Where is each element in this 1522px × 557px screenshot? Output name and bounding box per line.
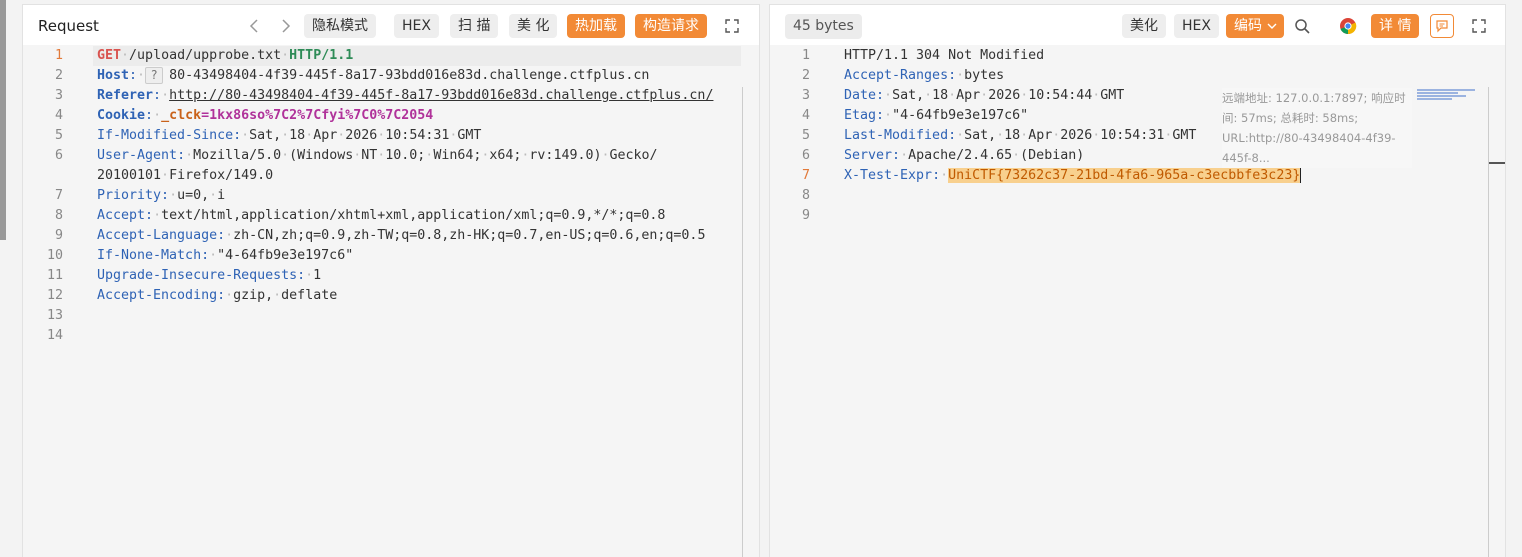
- http-method: GET: [97, 48, 122, 63]
- flag-value: UniCTF{73262c37-21bd-4fa6-965a-c3ecbbfe3…: [948, 168, 1301, 183]
- search-icon[interactable]: [1290, 14, 1314, 38]
- line-number: 5: [54, 128, 63, 143]
- line-number: 12: [46, 288, 63, 303]
- hotload-button[interactable]: 热加载: [567, 14, 625, 38]
- header-accept-encoding: Accept-Encoding:·gzip,·deflate: [97, 288, 338, 303]
- request-line: GET·/upload/upprobe.txt·HTTP/1.1: [97, 48, 354, 63]
- line-number: 8: [54, 208, 63, 223]
- line-number: 4: [54, 108, 63, 123]
- line-number: 10: [46, 248, 63, 263]
- header-cookie: Cookie:·_clck=1kx86so%7C2%7Cfyi%7C0%7C20…: [97, 108, 434, 123]
- scroll-marker: [1489, 162, 1505, 164]
- beautify-button[interactable]: 美 化: [509, 14, 558, 38]
- line-number: 7: [801, 168, 810, 183]
- header-if-none-match: If-None-Match:·"4-64fb9e3e197c6": [97, 248, 354, 263]
- response-beautify-button[interactable]: 美化: [1122, 14, 1166, 38]
- request-panel: Request 隐私模式 HEX 扫 描 美 化 热加载 构造请求 1 2 3 …: [22, 4, 760, 557]
- scan-button[interactable]: 扫 描: [450, 14, 499, 38]
- line-number: 13: [46, 308, 63, 323]
- response-editor[interactable]: 1 2 3 4 5 6 7 8 9 HTTP/1.1 304 Not Modif…: [770, 46, 1505, 557]
- header-last-modified: Last-Modified:·Sat,·18·Apr·2026·10:54:31…: [844, 128, 1197, 143]
- line-number: 2: [54, 68, 63, 83]
- build-request-button[interactable]: 构造请求: [635, 14, 707, 38]
- line-number: 1: [801, 48, 810, 63]
- status-line: HTTP/1.1 304 Not Modified: [844, 48, 1045, 63]
- details-button[interactable]: 详 情: [1371, 14, 1420, 38]
- header-x-test-expr: X-Test-Expr:·UniCTF{73262c37-21bd-4fa6-9…: [844, 167, 1302, 183]
- header-date: Date:·Sat,·18·Apr·2026·10:54:44·GMT: [844, 88, 1125, 103]
- header-accept-ranges: Accept-Ranges:·bytes: [844, 68, 1005, 83]
- header-user-agent: User-Agent:·Mozilla/5.0·(Windows·NT·10.0…: [97, 148, 658, 163]
- chevron-left-icon[interactable]: [243, 14, 267, 38]
- help-icon: ?: [145, 66, 164, 84]
- header-priority: Priority:·u=0,·i: [97, 188, 226, 203]
- line-number: 1: [54, 48, 63, 63]
- response-size-badge: 45 bytes: [785, 14, 862, 39]
- request-scrollbar[interactable]: [742, 87, 743, 557]
- encoding-label: 编码: [1234, 18, 1262, 34]
- header-user-agent-cont: 20100101·Firefox/149.0: [97, 168, 274, 183]
- header-upgrade-insecure: Upgrade-Insecure-Requests:·1: [97, 268, 322, 283]
- request-path: /upload/upprobe.txt: [129, 48, 282, 63]
- response-scrollbar[interactable]: [1488, 87, 1489, 557]
- window-scroll-grip[interactable]: [0, 0, 6, 240]
- line-number: 2: [801, 68, 810, 83]
- line-number: 3: [54, 88, 63, 103]
- line-number: 6: [801, 148, 810, 163]
- line-number: 7: [54, 188, 63, 203]
- line-number: 11: [46, 268, 63, 283]
- header-server: Server:·Apache/2.4.65·(Debian): [844, 148, 1085, 163]
- chevron-right-icon[interactable]: [273, 14, 297, 38]
- line-number: 8: [801, 188, 810, 203]
- response-hex-button[interactable]: HEX: [1174, 14, 1219, 38]
- header-accept-language: Accept-Language:·zh-CN,zh;q=0.9,zh-TW;q=…: [97, 228, 706, 243]
- text-cursor: [1300, 167, 1302, 183]
- response-info-tooltip: 远端地址: 127.0.0.1:7897; 响应时间: 57ms; 总耗时: 5…: [1222, 88, 1412, 168]
- request-title: Request: [38, 17, 99, 35]
- response-toolbar: 45 bytes 美化 HEX 编码 详 情: [770, 5, 1505, 45]
- chrome-icon[interactable]: [1336, 14, 1360, 38]
- hex-button[interactable]: HEX: [394, 14, 439, 38]
- comment-icon[interactable]: [1430, 14, 1454, 38]
- http-version: HTTP/1.1: [289, 48, 354, 63]
- line-number: 6: [54, 148, 63, 163]
- chevron-down-icon: [1267, 23, 1277, 29]
- request-editor[interactable]: 1 2 3 4 5 6 7 8 9 10 11 12 13 14 GET·/up…: [23, 46, 759, 557]
- privacy-mode-button[interactable]: 隐私模式: [304, 14, 376, 38]
- line-number: 9: [801, 208, 810, 223]
- header-referer: Referer:·http://80-43498404-4f39-445f-8a…: [97, 88, 714, 103]
- line-number: 5: [801, 128, 810, 143]
- header-etag: Etag:·"4-64fb9e3e197c6": [844, 108, 1029, 123]
- expand-icon[interactable]: [720, 14, 744, 38]
- request-toolbar: Request 隐私模式 HEX 扫 描 美 化 热加载 构造请求: [23, 5, 759, 45]
- encoding-dropdown[interactable]: 编码: [1226, 14, 1284, 38]
- header-accept: Accept:·text/html,application/xhtml+xml,…: [97, 208, 666, 223]
- line-number: 14: [46, 328, 63, 343]
- header-if-modified-since: If-Modified-Since:·Sat,·18·Apr·2026·10:5…: [97, 128, 482, 143]
- expand-icon[interactable]: [1467, 14, 1491, 38]
- minimap[interactable]: [1417, 88, 1475, 102]
- response-panel: 45 bytes 美化 HEX 编码 详 情 1 2 3 4 5 6 7 8 9…: [769, 4, 1506, 557]
- line-number: 4: [801, 108, 810, 123]
- line-number: 9: [54, 228, 63, 243]
- header-host: Host:·? 80-43498404-4f39-445f-8a17-93bdd0…: [97, 66, 650, 84]
- line-number: 3: [801, 88, 810, 103]
